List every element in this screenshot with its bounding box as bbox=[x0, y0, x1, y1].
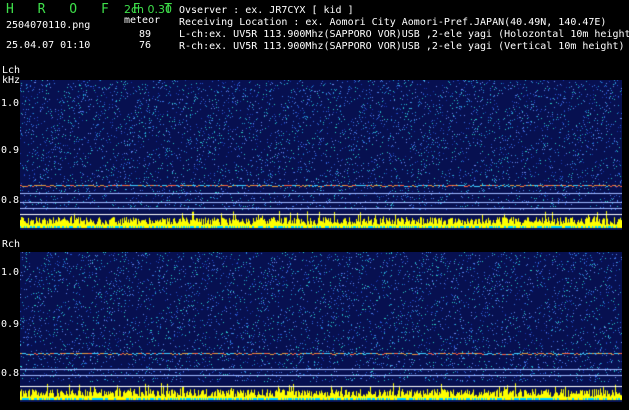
rch-ytick-3: 0.8 bbox=[1, 368, 20, 379]
rch-ytick-2: 0.9 bbox=[1, 319, 20, 330]
location-info: Receiving Location : ex. Aomori City Aom… bbox=[179, 17, 607, 28]
rch-info: R-ch:ex. UV5R 113.900Mhz(SAPPORO VOR)USB… bbox=[179, 41, 625, 52]
file-name: 2504070110.png bbox=[6, 20, 91, 31]
capture-datetime: 25.04.07 01:10 bbox=[6, 40, 91, 51]
lch-ytick-3: 0.8 bbox=[1, 195, 20, 206]
observer-info: Ovserver : ex. JR7CYX [ kid ] bbox=[179, 5, 354, 16]
lch-ytick-1: 1.0 bbox=[1, 98, 20, 109]
lch-ytick-2: 0.9 bbox=[1, 145, 20, 156]
app-version: 2ch 0.30 bbox=[124, 3, 173, 16]
lch-spectrogram bbox=[20, 80, 622, 230]
rch-ytick-1: 1.0 bbox=[1, 267, 20, 278]
lch-unit-label: kHz bbox=[2, 75, 21, 86]
rch-spectrogram-canvas bbox=[20, 252, 622, 402]
rch-label: Rch bbox=[2, 239, 21, 250]
rch-spectrogram bbox=[20, 252, 622, 402]
rch-count: 76 bbox=[139, 40, 152, 51]
lch-count: 89 bbox=[139, 29, 152, 40]
lch-info: L-ch:ex. UV5R 113.900Mhz(SAPPORO VOR)USB… bbox=[179, 29, 629, 40]
mode-label: meteor bbox=[124, 15, 161, 26]
lch-spectrogram-canvas bbox=[20, 80, 622, 230]
